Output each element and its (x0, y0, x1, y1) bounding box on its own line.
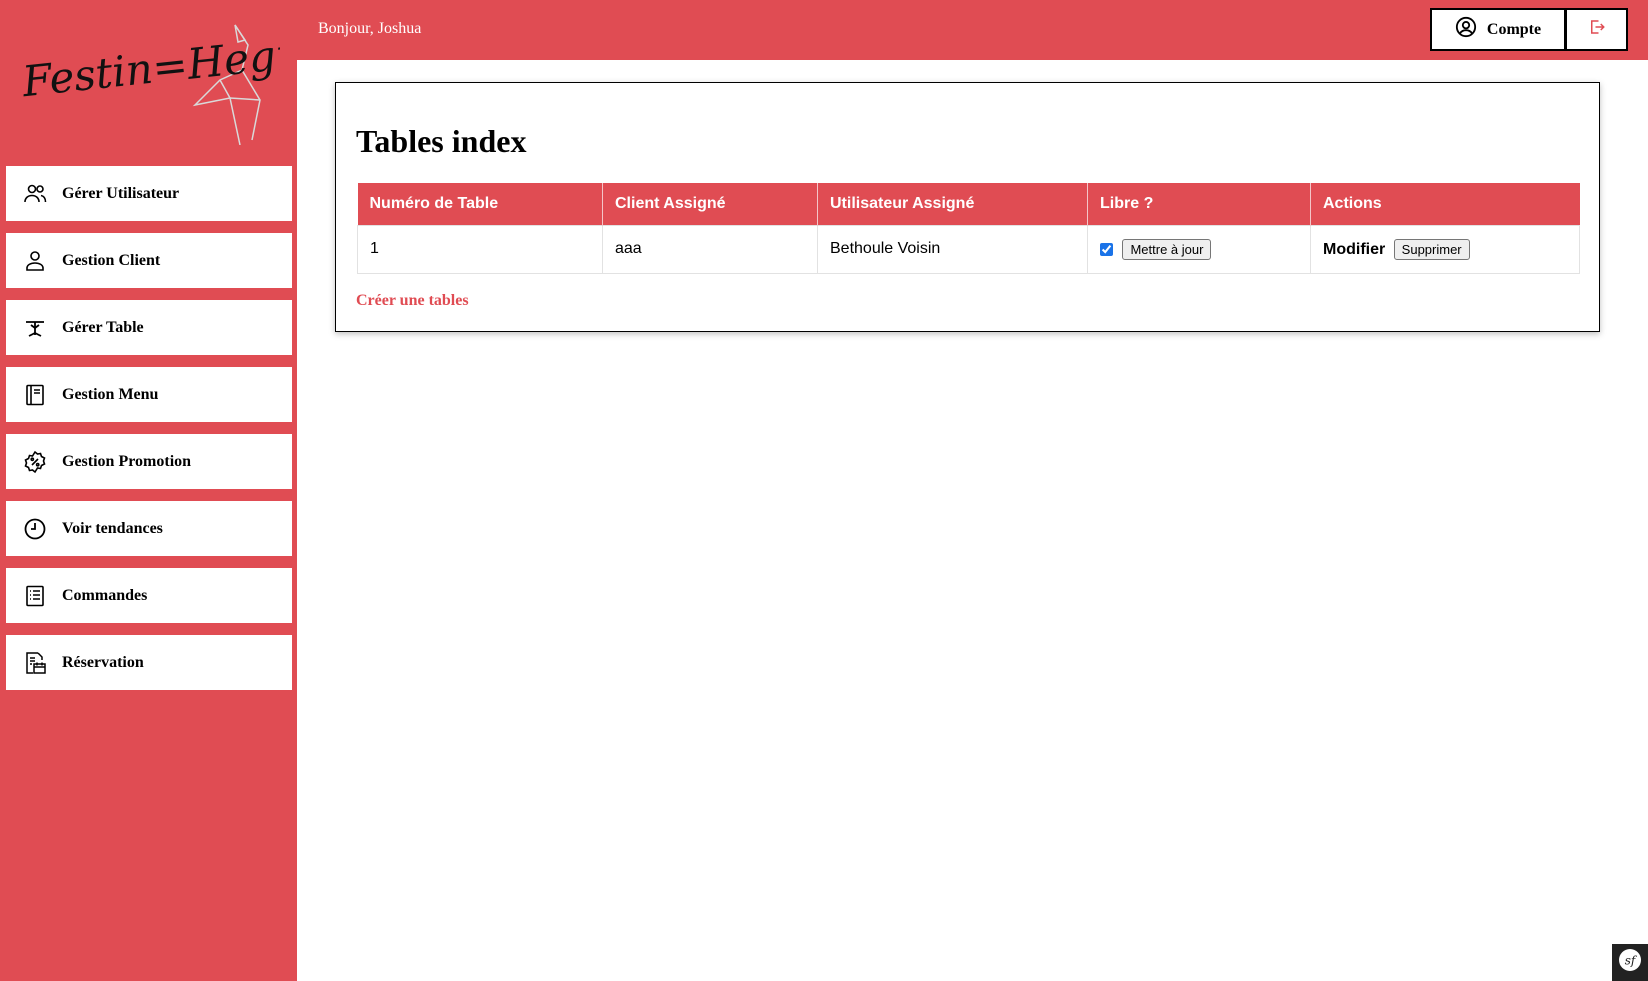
column-header-libre: Libre ? (1087, 183, 1311, 225)
cell-actions: Modifier Supprimer (1310, 224, 1580, 274)
update-button[interactable]: Mettre à jour (1122, 238, 1212, 260)
account-button[interactable]: Compte (1430, 8, 1566, 51)
sidebar-item-label: Gestion Promotion (62, 452, 192, 470)
sidebar-item-label: Réservation (62, 653, 144, 671)
sidebar-item-label: Gestion Client (62, 251, 161, 269)
table-icon (21, 314, 49, 342)
logout-button[interactable] (1566, 8, 1628, 51)
list-icon (21, 582, 49, 610)
sidebar-item-commandes[interactable]: Commandes (6, 568, 292, 623)
tables-index-card: Tables index Numéro de Table Client Assi… (335, 82, 1600, 332)
sidebar-item-voir-tendances[interactable]: Voir tendances (6, 501, 292, 556)
libre-checkbox[interactable] (1100, 242, 1113, 256)
tables-table: Numéro de Table Client Assigné Utilisate… (357, 183, 1580, 274)
account-button-label: Compte (1486, 20, 1542, 38)
top-bar: Bonjour, Joshua Compte (297, 0, 1648, 60)
sidebar-item-reservation[interactable]: Réservation (6, 635, 292, 690)
logout-icon (1588, 18, 1606, 41)
clock-icon (21, 515, 49, 543)
cell-utilisateur: Bethoule Voisin (817, 224, 1088, 274)
create-table-link[interactable]: Créer une tables (356, 292, 469, 310)
table-header-row: Numéro de Table Client Assigné Utilisate… (357, 183, 1580, 225)
symfony-debug-toolbar-toggle[interactable]: sf (1612, 944, 1648, 981)
page-title: Tables index (356, 123, 527, 159)
sidebar-nav: Gérer Utilisateur Gestion Client Gérer T… (6, 166, 292, 702)
column-header-numero: Numéro de Table (357, 183, 603, 225)
menu-book-icon (21, 381, 49, 409)
festin-hegre-logo[interactable]: Festin=Hegre (20, 10, 280, 145)
cell-client: aaa (602, 224, 818, 274)
sidebar-item-label: Gérer Utilisateur (62, 184, 180, 202)
column-header-client: Client Assigné (602, 183, 818, 225)
delete-button[interactable]: Supprimer (1393, 238, 1470, 260)
svg-text:Festin=Hegre: Festin=Hegre (20, 26, 280, 106)
cell-libre: Mettre à jour (1087, 224, 1311, 274)
table-row: 1 aaa Bethoule Voisin Mettre à jour Modi… (357, 224, 1580, 274)
sidebar-item-gerer-utilisateur[interactable]: Gérer Utilisateur (6, 166, 292, 221)
users-icon (21, 180, 49, 208)
sidebar-item-gerer-table[interactable]: Gérer Table (6, 300, 292, 355)
sidebar-item-gestion-client[interactable]: Gestion Client (6, 233, 292, 288)
reservation-icon (21, 649, 49, 677)
sidebar-item-label: Gérer Table (62, 318, 144, 336)
column-header-utilisateur: Utilisateur Assigné (817, 183, 1088, 225)
sidebar-item-label: Gestion Menu (62, 385, 159, 403)
user-circle-icon (1455, 16, 1477, 43)
greeting-text: Bonjour, Joshua (318, 20, 422, 37)
percent-badge-icon (21, 448, 49, 476)
sidebar-item-label: Commandes (62, 586, 148, 604)
modify-link[interactable]: Modifier (1323, 241, 1385, 258)
column-header-actions: Actions (1310, 183, 1580, 225)
sidebar-item-label: Voir tendances (62, 519, 163, 537)
symfony-icon: sf (1618, 948, 1642, 977)
sidebar-item-gestion-promotion[interactable]: Gestion Promotion (6, 434, 292, 489)
cell-numero: 1 (357, 224, 603, 274)
sidebar: Festin=Hegre Gérer Utilisateur Gestion C… (0, 0, 297, 981)
sidebar-item-gestion-menu[interactable]: Gestion Menu (6, 367, 292, 422)
user-icon (21, 247, 49, 275)
